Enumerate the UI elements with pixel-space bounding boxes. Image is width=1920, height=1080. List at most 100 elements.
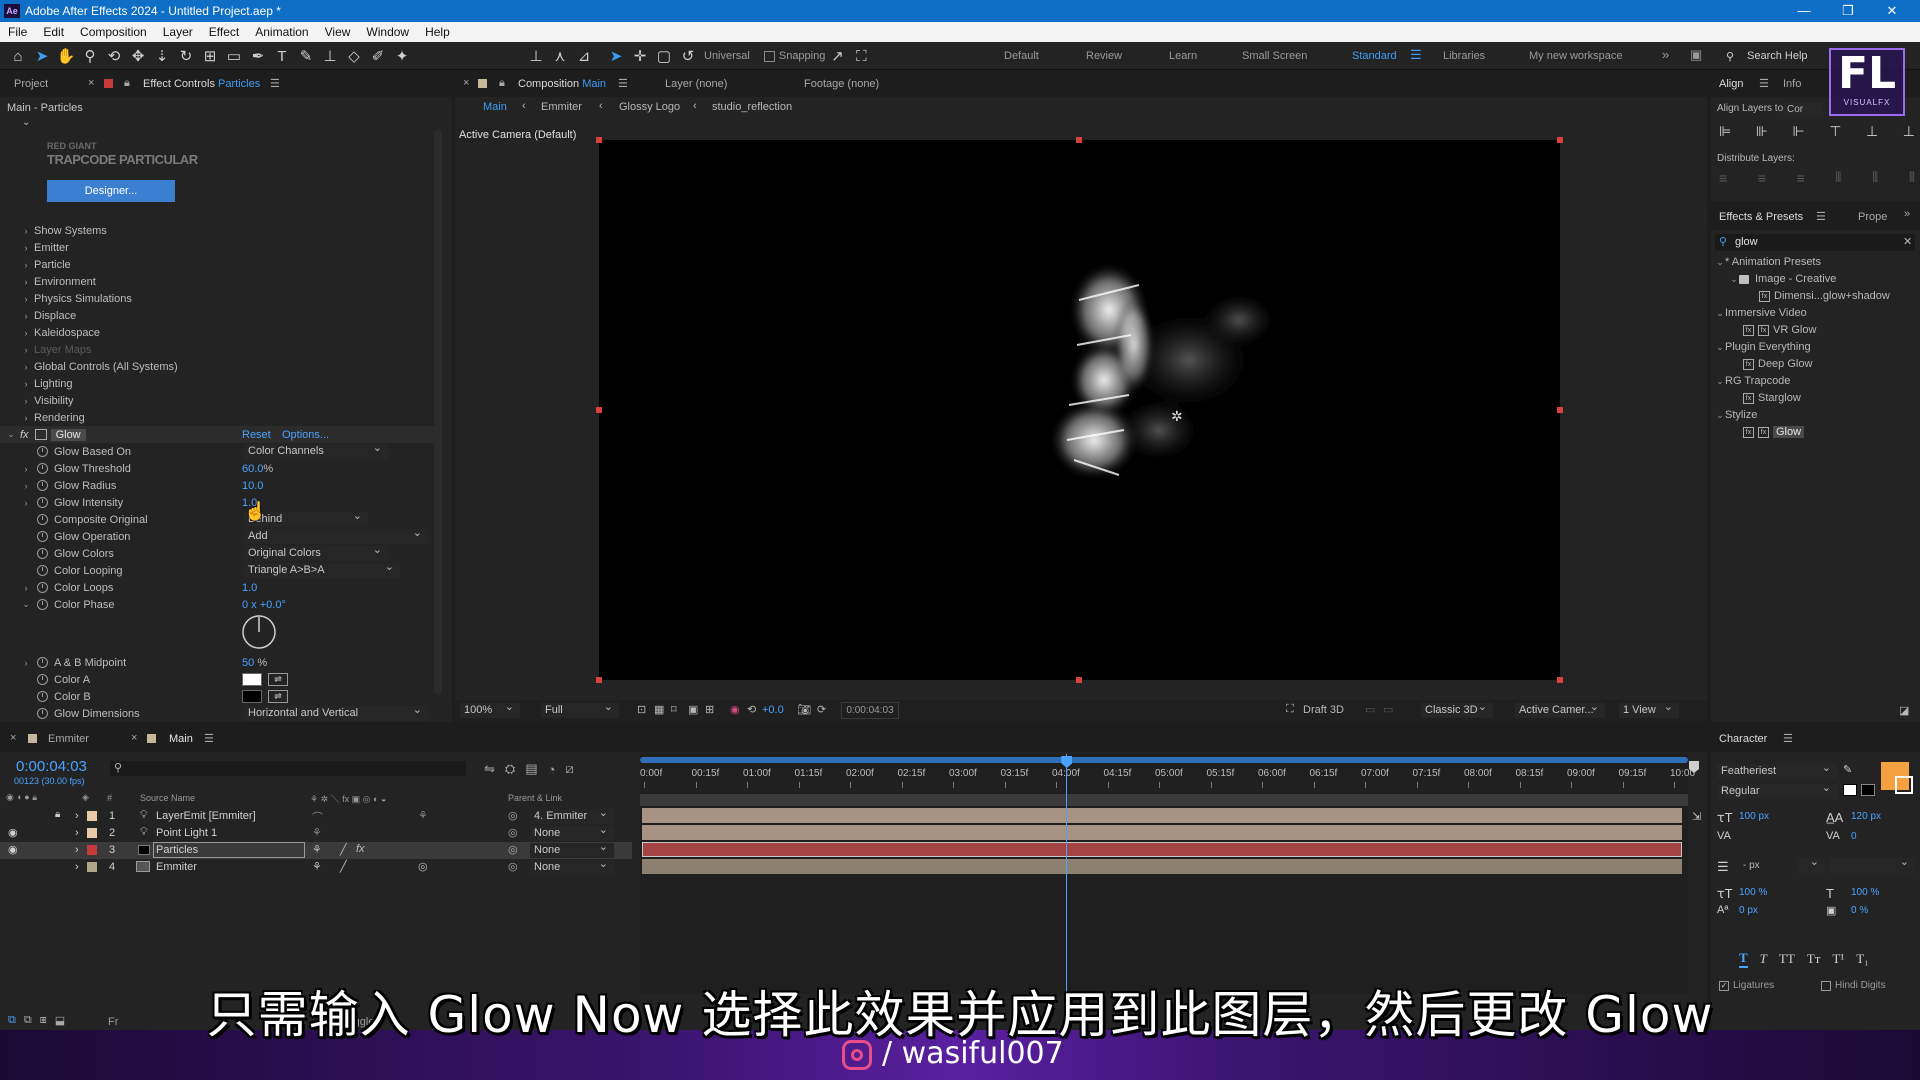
group-particle[interactable]: › Particle <box>0 256 440 273</box>
subscript-icon[interactable]: T₁ <box>1856 951 1868 967</box>
ground-plane-icon[interactable]: ▭ <box>1383 703 1393 716</box>
tab-footage[interactable]: Footage (none) <box>804 71 879 97</box>
group-emitter[interactable]: › Emitter <box>0 239 440 256</box>
color-channels-icon[interactable]: ◉ <box>730 703 740 716</box>
more-panels-icon[interactable]: » <box>1904 208 1910 220</box>
views-dropdown[interactable]: 1 View <box>1619 700 1679 718</box>
stopwatch-icon[interactable] <box>37 497 48 508</box>
stopwatch-icon[interactable] <box>37 708 48 719</box>
region-of-interest-icon[interactable]: ▣ <box>688 703 698 716</box>
layer-marker-icon[interactable]: ⇲ <box>1692 810 1701 823</box>
panel-menu-icon[interactable]: ☰ <box>1816 210 1826 223</box>
panel-menu-icon[interactable]: ☰ <box>204 732 214 745</box>
close-tab-icon[interactable]: × <box>463 77 469 89</box>
font-family-dropdown[interactable]: Featheriest <box>1717 761 1837 779</box>
close-tab-icon[interactable]: × <box>131 732 137 744</box>
camera-dropdown[interactable]: Active Camer... <box>1515 700 1605 718</box>
lock-icon[interactable]: 🔒︎ <box>124 77 130 90</box>
tree-item-animation-presets[interactable]: ⌄ * Animation Presets <box>1715 256 1821 268</box>
tree-item-vr-glow[interactable]: fx fx VR Glow <box>1743 324 1816 336</box>
parent-dropdown[interactable]: 4. Emmiter <box>530 806 614 824</box>
shy-switch-icon[interactable]: ⚘ <box>312 860 322 873</box>
roto-brush-icon[interactable]: ✐ <box>366 44 390 68</box>
tree-item-rg-trapcode[interactable]: ⌄ RG Trapcode <box>1715 375 1790 387</box>
distribute-right-icon[interactable]: ⦀ <box>1909 169 1915 186</box>
workspace-small-screen[interactable]: Small Screen <box>1242 50 1307 62</box>
font-size-value[interactable]: 100 px <box>1739 811 1769 822</box>
panel-menu-icon[interactable]: ☰ <box>1783 732 1793 745</box>
snapping-checkbox[interactable] <box>763 50 775 62</box>
glow-colors-dropdown[interactable]: Original Colors <box>244 543 388 561</box>
layer-handle[interactable] <box>1076 137 1082 143</box>
expand-layer-icon[interactable]: › <box>75 861 79 873</box>
align-top-icon[interactable]: ⊤ <box>1829 123 1841 140</box>
3d-layer-icon[interactable]: ◎ <box>418 860 428 873</box>
view-axis-icon[interactable]: ⊿ <box>572 44 596 68</box>
menu-composition[interactable]: Composition <box>72 22 155 42</box>
exposure-value[interactable]: +0.0 <box>762 704 784 716</box>
breadcrumb-studio-reflection[interactable]: studio_reflection <box>712 101 792 113</box>
tree-item-deep-glow[interactable]: fx Deep Glow <box>1743 358 1812 370</box>
group-physics[interactable]: › Physics Simulations <box>0 290 440 307</box>
resolution-dropdown[interactable]: Full <box>541 700 619 718</box>
pan-camera-icon[interactable]: ✥ <box>126 44 150 68</box>
stopwatch-icon[interactable] <box>37 480 48 491</box>
pick-whip-icon[interactable]: ◎ <box>508 843 518 856</box>
dolly-camera-icon[interactable]: ⇣ <box>150 44 174 68</box>
faux-italic-icon[interactable]: T <box>1760 951 1767 967</box>
snapshot-icon[interactable]: 📷︎ <box>797 703 811 716</box>
group-kaleidospace[interactable]: › Kaleidospace <box>0 324 440 341</box>
universal-rotate-icon[interactable]: ↺ <box>676 44 700 68</box>
panel-menu-icon[interactable]: ☰ <box>270 77 280 90</box>
glow-dimensions-dropdown[interactable]: Horizontal and Vertical <box>244 703 428 721</box>
menu-window[interactable]: Window <box>358 22 417 42</box>
tree-item-stylize[interactable]: ⌄ Stylize <box>1715 409 1757 421</box>
rotation-tool-icon[interactable]: ↻ <box>174 44 198 68</box>
font-style-dropdown[interactable]: Regular <box>1717 781 1837 799</box>
tab-composition[interactable]: Composition Main <box>518 71 606 97</box>
local-axis-icon[interactable]: ⊥ <box>524 44 548 68</box>
effects-search-input[interactable]: glow <box>1735 236 1758 248</box>
tracking-value[interactable]: 0 <box>1851 831 1857 842</box>
breadcrumb-main[interactable]: Main <box>483 101 507 113</box>
puppet-tool-icon[interactable]: ✦ <box>390 44 414 68</box>
rectangle-tool-icon[interactable]: ▭ <box>222 44 246 68</box>
glow-based-on-dropdown[interactable]: Color Channels <box>244 441 388 459</box>
align-bottom-icon[interactable]: ⊥ <box>1903 123 1915 140</box>
layer-name[interactable]: Point Light 1 <box>156 827 217 839</box>
type-tool-icon[interactable]: T <box>270 44 294 68</box>
ab-midpoint-value[interactable]: 50 % <box>242 657 267 669</box>
zoom-dropdown[interactable]: 100% <box>460 700 520 718</box>
extended-viewer-icon[interactable]: ▭ <box>1365 703 1375 716</box>
distribute-left-icon[interactable]: ⦀ <box>1835 169 1841 186</box>
group-rendering[interactable]: › Rendering <box>0 409 440 426</box>
fast-preview-icon[interactable]: ⊡ <box>637 703 646 716</box>
pen-tool-icon[interactable]: ✒ <box>246 44 270 68</box>
selection-tool-icon[interactable]: ➤ <box>30 44 54 68</box>
clear-search-icon[interactable]: ✕ <box>1903 235 1912 248</box>
workspace-standard[interactable]: Standard <box>1352 50 1397 62</box>
panel-menu-icon[interactable]: ☰ <box>618 77 628 90</box>
tab-layer[interactable]: Layer (none) <box>665 71 727 97</box>
time-ruler[interactable]: 0:00f 00:15f 01:00f 01:15f 02:00f 02:15f 03:00… <box>640 754 1695 788</box>
align-vcenter-icon[interactable]: ⊥ <box>1866 123 1878 140</box>
graph-editor-icon[interactable]: ⧄ <box>565 761 573 777</box>
tab-effect-controls[interactable]: Effect Controls Particles <box>143 71 260 97</box>
hand-tool-icon[interactable]: ✋ <box>54 44 78 68</box>
universal-selection-icon[interactable]: ➤ <box>604 44 628 68</box>
eyedropper-icon[interactable]: ✎ <box>1843 763 1852 776</box>
expand-layer-icon[interactable]: › <box>75 827 79 839</box>
stopwatch-icon[interactable] <box>37 514 48 525</box>
tab-properties[interactable]: Prope <box>1858 204 1887 230</box>
pick-whip-icon[interactable]: ◎ <box>508 826 518 839</box>
menu-help[interactable]: Help <box>417 22 458 42</box>
stroke-color-swatch[interactable] <box>1895 776 1913 794</box>
stroke-width-dropdown[interactable] <box>1797 855 1825 873</box>
tab-project[interactable]: Project <box>0 71 58 97</box>
distribute-top-icon[interactable]: ≡ <box>1719 170 1727 186</box>
timeline-tracks[interactable]: 0:00f 00:15f 01:00f 01:15f 02:00f 02:15f 03:00… <box>640 754 1695 994</box>
transparency-grid-icon[interactable]: ▦ <box>654 703 664 716</box>
tree-item-starglow[interactable]: fx Starglow <box>1743 392 1801 404</box>
layer-label-color[interactable] <box>87 845 97 855</box>
layer-handle[interactable] <box>1557 677 1563 683</box>
